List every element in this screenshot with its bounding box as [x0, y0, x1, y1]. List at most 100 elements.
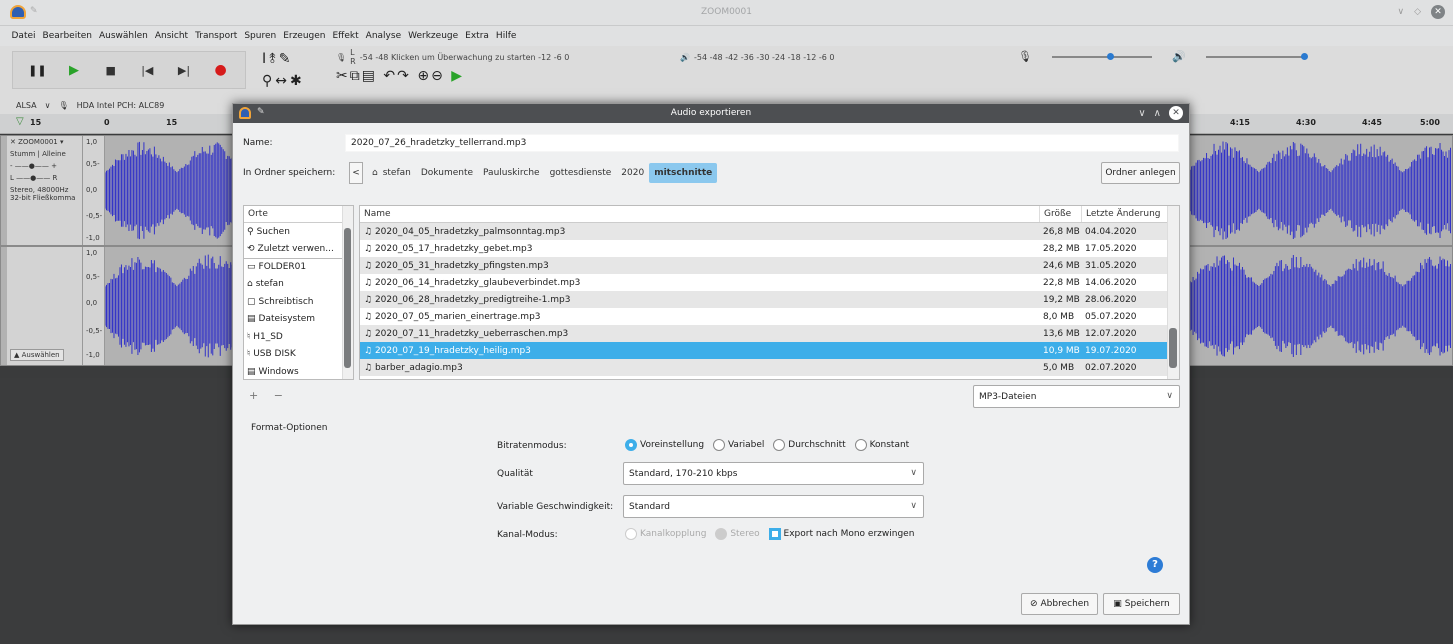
file-date: 05.07.2020 [1085, 311, 1137, 322]
play-at-speed-icon[interactable]: ▶ [451, 68, 464, 84]
place-item[interactable]: ▤ Dateisystem [244, 311, 353, 329]
place-item[interactable]: ♮ H1_SD [244, 328, 353, 346]
menu-hilfe[interactable]: Hilfe [492, 31, 519, 41]
speed-select[interactable]: Standard ∨ [623, 495, 924, 518]
file-row[interactable]: ♫ 2020_04_05_hradetzky_palmsonntag.mp3 26… [360, 223, 1179, 240]
column-modified[interactable]: Letzte Änderung [1082, 206, 1168, 222]
skip-start-button[interactable]: |◀ [135, 58, 159, 82]
gain-slider[interactable]: - ——●—— + [7, 160, 82, 172]
file-row[interactable]: ♫ 2020_05_31_hradetzky_pfingsten.mp3 24,6… [360, 257, 1179, 274]
bitrate-variable-radio[interactable]: Variabel [712, 439, 764, 451]
new-folder-button[interactable]: Ordner anlegen [1101, 162, 1180, 184]
cancel-button[interactable]: ⊘ Abbrechen [1021, 593, 1098, 615]
zoom-in-icon[interactable]: ⊕ [417, 68, 431, 84]
breadcrumb-pauluskirche[interactable]: Pauluskirche [478, 168, 545, 178]
bitrate-average-radio[interactable]: Durchschnitt [773, 439, 846, 451]
solo-button[interactable]: Alleine [42, 150, 66, 158]
stop-button[interactable]: ■ [99, 58, 123, 82]
mute-button[interactable]: Stumm [10, 150, 35, 158]
breadcrumb-gottesdienste[interactable]: gottesdienste [545, 168, 617, 178]
timeshift-tool-icon[interactable]: ↔ [275, 73, 290, 89]
minimize-icon[interactable]: ∨ [1397, 7, 1404, 17]
help-icon[interactable]: ? [1147, 557, 1163, 573]
undo-icon[interactable]: ↶ [383, 68, 397, 84]
file-list-scrollbar[interactable] [1167, 206, 1179, 379]
column-name[interactable]: Name [360, 206, 1040, 222]
timeline-play-icon[interactable]: ▽ [16, 116, 24, 127]
input-device-select[interactable]: HDA Intel PCH: ALC89 [77, 101, 165, 110]
playback-meter[interactable]: 🔊 -54 -48 -42 -36 -30 -24 -18 -12 -6 0 [680, 49, 834, 65]
force-mono-checkbox[interactable]: Export nach Mono erzwingen [768, 528, 914, 540]
back-button[interactable]: < [349, 162, 363, 184]
breadcrumb-dokumente[interactable]: Dokumente [416, 168, 478, 178]
file-type-filter[interactable]: MP3-Dateien ∨ [973, 385, 1180, 408]
menu-ansicht[interactable]: Ansicht [151, 31, 191, 41]
breadcrumb-2020[interactable]: 2020 [616, 168, 649, 178]
place-item[interactable]: ⟲ Zuletzt verwen... [244, 241, 353, 259]
skip-end-button[interactable]: ▶| [172, 58, 196, 82]
play-button[interactable]: ▶ [62, 58, 86, 82]
close-icon[interactable]: ✕ [1431, 5, 1445, 19]
maximize-icon[interactable]: ◇ [1414, 7, 1421, 17]
close-icon[interactable]: ✕ [1169, 106, 1183, 120]
file-row[interactable]: ♫ 2020_07_05_marien_einertrage.mp3 8,0 MB… [360, 308, 1179, 325]
file-row[interactable]: ♫ 2020_05_17_hradetzky_gebet.mp3 28,2 MB 1… [360, 240, 1179, 257]
playback-volume-slider[interactable] [1205, 52, 1308, 60]
menu-bearbeiten[interactable]: Bearbeiten [39, 31, 95, 41]
stereo-radio[interactable]: Stereo [715, 528, 760, 540]
joint-stereo-radio[interactable]: Kanalkopplung [625, 528, 706, 540]
minimize-icon[interactable]: ∨ [1138, 108, 1145, 119]
file-name-input[interactable]: 2020_07_26_hradetzky_tellerrand.mp3 [345, 134, 1179, 152]
menu-extra[interactable]: Extra [462, 31, 493, 41]
quality-select[interactable]: Standard, 170-210 kbps ∨ [623, 462, 924, 485]
record-meter[interactable]: 🎙 LR -54 -48 Klicken um Überwachung zu s… [336, 48, 569, 66]
edit-toolbar: ✂⧉▤ ↶↷ ⊕⊖ ▶ [336, 68, 464, 84]
recording-volume-slider[interactable] [1051, 52, 1152, 60]
place-item[interactable]: ▢ Schreibtisch [244, 293, 353, 311]
menu-transport[interactable]: Transport [192, 31, 241, 41]
audio-host-select[interactable]: ALSA [16, 101, 37, 110]
menu-erzeugen[interactable]: Erzeugen [280, 31, 329, 41]
envelope-tool-icon[interactable]: ⥉ [269, 51, 279, 67]
pan-slider[interactable]: L ——●—— R [7, 172, 82, 184]
place-item[interactable]: ▭ FOLDER01 [244, 258, 353, 276]
cut-icon[interactable]: ✂ [336, 68, 350, 84]
copy-icon[interactable]: ⧉ [350, 68, 362, 84]
save-button[interactable]: ▣ Speichern [1103, 593, 1180, 615]
place-item[interactable]: ⌂ stefan [244, 276, 353, 294]
menu-analyse[interactable]: Analyse [362, 31, 404, 41]
draw-tool-icon[interactable]: ✎ [279, 51, 294, 67]
menu-spuren[interactable]: Spuren [241, 31, 280, 41]
breadcrumb-mitschnitte[interactable]: mitschnitte [649, 163, 718, 183]
redo-icon[interactable]: ↷ [397, 68, 411, 84]
file-row[interactable]: ♫ 2020_07_11_hradetzky_ueberraschen.mp3 1… [360, 325, 1179, 342]
file-row[interactable]: ♫ 2020_07_19_hradetzky_heilig.mp3 10,9 MB… [360, 342, 1179, 359]
pause-button[interactable]: ❚❚ [25, 58, 49, 82]
add-remove-places[interactable]: + − [249, 389, 289, 402]
track-name-menu[interactable]: ✕ ZOOM0001 ▾ [7, 136, 82, 148]
record-button[interactable]: ● [209, 58, 233, 82]
select-track-button[interactable]: ▲ Auswählen [10, 349, 64, 361]
maximize-icon[interactable]: ∧ [1154, 108, 1161, 119]
place-item[interactable]: ⚲ Suchen [244, 223, 353, 241]
menu-effekt[interactable]: Effekt [329, 31, 362, 41]
column-size[interactable]: Größe [1040, 206, 1082, 222]
paste-icon[interactable]: ▤ [362, 68, 377, 84]
home-icon: ⌂ [247, 279, 253, 290]
bitrate-constant-radio[interactable]: Konstant [854, 439, 909, 451]
places-scrollbar[interactable] [342, 206, 353, 379]
bitrate-preset-radio[interactable]: Voreinstellung [625, 439, 704, 451]
multi-tool-icon[interactable]: ✱ [290, 73, 305, 89]
file-row[interactable]: ♫ 2020_06_14_hradetzky_glaubeverbindet.m… [360, 274, 1179, 291]
zoom-tool-icon[interactable]: ⚲ [262, 73, 275, 89]
file-row[interactable]: ♫ barber_adagio.mp3 5,0 MB 02.07.2020 [360, 359, 1179, 376]
chevron-down-icon[interactable]: ∨ [45, 101, 51, 110]
menu-werkzeuge[interactable]: Werkzeuge [405, 31, 462, 41]
zoom-out-icon[interactable]: ⊖ [431, 68, 445, 84]
file-row[interactable]: ♫ 2020_06_28_hradetzky_predigtreihe-1.mp… [360, 291, 1179, 308]
place-item[interactable]: ♮ USB DISK [244, 346, 353, 364]
breadcrumb-stefan[interactable]: stefan [383, 168, 416, 178]
place-item[interactable]: ▤ Windows [244, 363, 353, 381]
menu-datei[interactable]: Datei [8, 31, 39, 41]
menu-auswaehlen[interactable]: Auswählen [95, 31, 151, 41]
